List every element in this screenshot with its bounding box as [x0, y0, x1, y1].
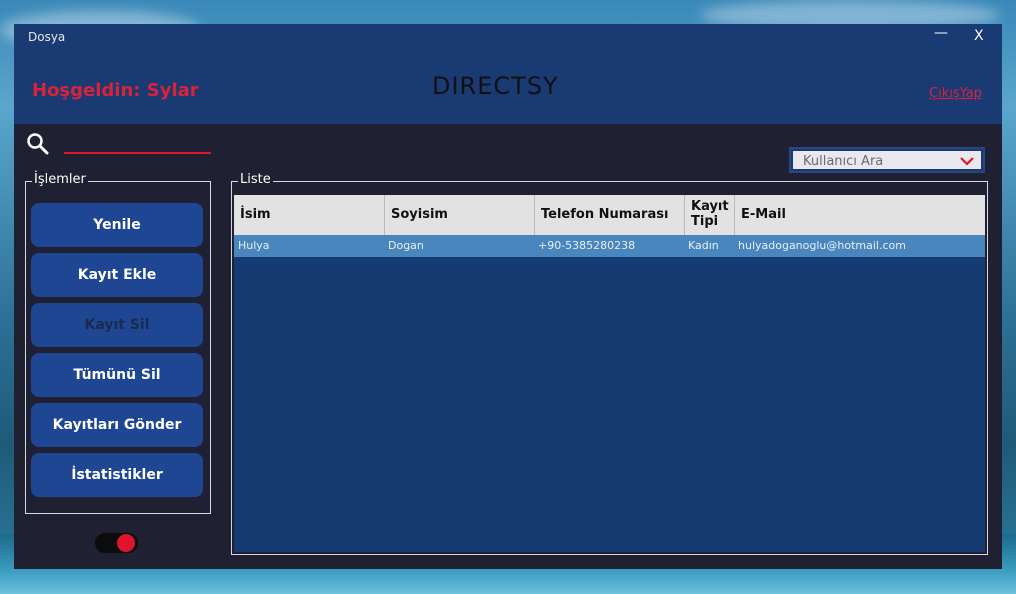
- minimize-button[interactable]: —: [934, 25, 948, 41]
- search-icon[interactable]: [26, 132, 50, 156]
- table-header: İsim Soyisim Telefon Numarası Kayıt Tipi…: [234, 195, 985, 235]
- header-bar: Dosya — X Hoşgeldin: Sylar DIRECTSY Çıkı…: [14, 24, 1002, 124]
- column-header-email[interactable]: E-Mail: [735, 195, 985, 235]
- operations-panel: İşlemler Yenile Kayıt Ekle Kayıt Sil Tüm…: [25, 172, 211, 514]
- refresh-button[interactable]: Yenile: [31, 203, 203, 247]
- cell-name: Hulya: [238, 239, 270, 252]
- column-header-record-type[interactable]: Kayıt Tipi: [685, 195, 735, 235]
- cell-surname: Dogan: [388, 239, 424, 252]
- user-search-dropdown[interactable]: Kullanıcı Ara: [789, 147, 985, 173]
- table-row[interactable]: Hulya Dogan +90-5385280238 Kadın hulyado…: [234, 235, 985, 257]
- statistics-button[interactable]: İstatistikler: [31, 453, 203, 497]
- dropdown-selected-value: Kullanıcı Ara: [803, 154, 884, 169]
- delete-record-button[interactable]: Kayıt Sil: [31, 303, 203, 347]
- welcome-text: Hoşgeldin: Sylar: [32, 80, 199, 101]
- app-title: DIRECTSY: [432, 72, 559, 100]
- dropdown-field: Kullanıcı Ara: [793, 151, 981, 169]
- records-table[interactable]: İsim Soyisim Telefon Numarası Kayıt Tipi…: [234, 195, 985, 552]
- cell-email: hulyadoganoglu@hotmail.com: [738, 239, 906, 252]
- column-header-name[interactable]: İsim: [234, 195, 385, 235]
- search-input[interactable]: [64, 152, 211, 154]
- add-record-button[interactable]: Kayıt Ekle: [31, 253, 203, 297]
- logout-link[interactable]: ÇıkışYap: [929, 86, 982, 101]
- app-window: Dosya — X Hoşgeldin: Sylar DIRECTSY Çıkı…: [14, 24, 1002, 569]
- send-records-button[interactable]: Kayıtları Gönder: [31, 403, 203, 447]
- column-header-phone[interactable]: Telefon Numarası: [535, 195, 685, 235]
- column-header-surname[interactable]: Soyisim: [385, 195, 535, 235]
- cell-record-type: Kadın: [688, 239, 719, 252]
- operations-legend: İşlemler: [32, 172, 88, 187]
- delete-all-button[interactable]: Tümünü Sil: [31, 353, 203, 397]
- menu-dosya[interactable]: Dosya: [28, 30, 65, 44]
- list-panel: Liste İsim Soyisim Telefon Numarası Kayı…: [231, 172, 988, 555]
- list-legend: Liste: [238, 172, 273, 187]
- theme-toggle[interactable]: [95, 533, 138, 553]
- chevron-down-icon: [960, 157, 974, 166]
- cell-phone: +90-5385280238: [538, 239, 636, 252]
- close-button[interactable]: X: [974, 28, 984, 44]
- toggle-knob: [117, 534, 135, 552]
